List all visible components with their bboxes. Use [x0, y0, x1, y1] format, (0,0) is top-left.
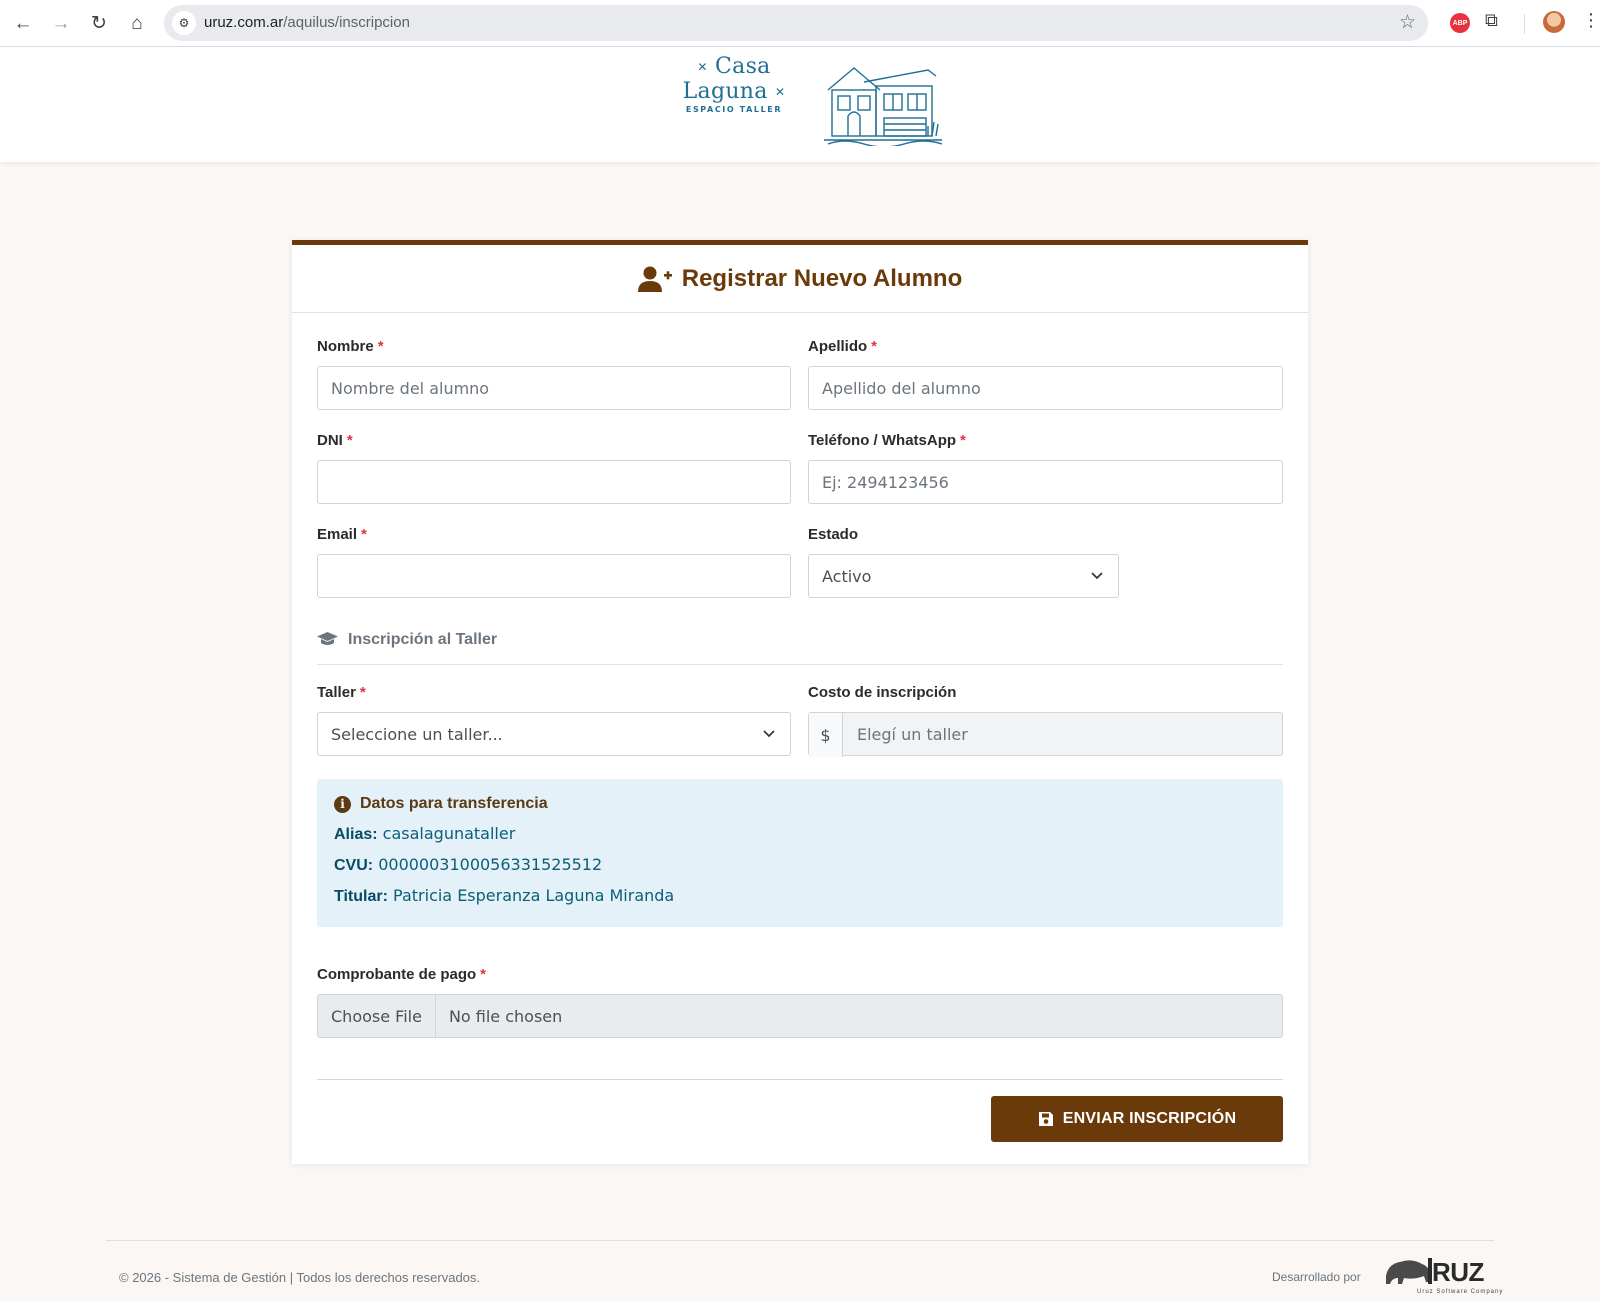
- url-host: uruz.com.ar: [204, 14, 284, 31]
- nombre-label: Nombre *: [317, 338, 384, 355]
- chevron-down-icon: [1091, 572, 1103, 580]
- taller-select[interactable]: Seleccione un taller...: [317, 712, 791, 756]
- apellido-label: Apellido *: [808, 338, 877, 355]
- email-label: Email *: [317, 526, 367, 543]
- taller-selected-value: Seleccione un taller...: [331, 725, 503, 744]
- submit-button[interactable]: ENVIAR INSCRIPCIÓN: [991, 1096, 1283, 1142]
- cvu-line: CVU: 0000003100056331525512: [334, 855, 1266, 875]
- estado-label: Estado: [808, 526, 858, 543]
- registration-card: Registrar Nuevo Alumno Nombre * Nombre de…: [292, 240, 1308, 1164]
- url-path: /aquilus/inscripcion: [283, 14, 410, 31]
- toolbar-divider: [1524, 14, 1525, 34]
- house-illustration-icon: [824, 67, 942, 146]
- logo-ornament-icon: ✕: [775, 85, 786, 99]
- logo-ornament-icon: ✕: [697, 60, 708, 74]
- email-label-text: Email: [317, 526, 358, 543]
- taller-label: Taller *: [317, 684, 366, 701]
- info-circle-icon: i: [334, 795, 351, 813]
- comprobante-file-input[interactable]: Choose File No file chosen: [317, 994, 1283, 1038]
- estado-selected-value: Activo: [822, 567, 872, 586]
- bookmark-star-icon[interactable]: ☆: [1399, 11, 1416, 34]
- footer-divider: [106, 1240, 1494, 1241]
- apellido-input[interactable]: Apellido del alumno: [808, 366, 1283, 410]
- cvu-key: CVU:: [334, 857, 374, 874]
- required-marker: *: [361, 526, 367, 543]
- footer-dev-logo-sub: Uruz Software Company: [1417, 1289, 1504, 1295]
- telefono-input[interactable]: Ej: 2494123456: [808, 460, 1283, 504]
- costo-input: $ Elegí un taller: [808, 712, 1283, 757]
- extensions-puzzle-icon[interactable]: ⧉: [1485, 10, 1498, 31]
- costo-label-text: Costo de inscripción: [808, 684, 957, 701]
- required-marker: *: [377, 338, 384, 355]
- choose-file-button[interactable]: Choose File: [318, 995, 436, 1037]
- dni-input[interactable]: [317, 460, 791, 504]
- estado-select[interactable]: Activo: [808, 554, 1119, 598]
- url-text[interactable]: uruz.com.ar/aquilus/inscripcion: [204, 14, 410, 31]
- adblock-extension-icon[interactable]: ABP: [1450, 13, 1470, 33]
- user-plus-icon: [637, 266, 672, 292]
- forward-arrow-icon[interactable]: →: [46, 8, 76, 38]
- brand-subtitle: ESPACIO TALLER: [685, 105, 783, 114]
- apellido-label-text: Apellido: [808, 338, 868, 355]
- required-marker: *: [960, 432, 966, 449]
- graduation-cap-icon: [317, 632, 338, 645]
- reload-icon[interactable]: ↻: [84, 8, 114, 38]
- email-input[interactable]: [317, 554, 791, 598]
- profile-avatar[interactable]: [1543, 11, 1565, 33]
- submit-label: ENVIAR INSCRIPCIÓN: [1062, 1110, 1237, 1127]
- save-floppy-icon: [1038, 1112, 1053, 1126]
- footer-copyright: © 2026 - Sistema de Gestión | Todos los …: [119, 1270, 481, 1285]
- titular-line: Titular: Patricia Esperanza Laguna Miran…: [334, 886, 1266, 906]
- browser-menu-icon[interactable]: ⋮: [1582, 10, 1600, 31]
- alias-key: Alias:: [334, 826, 378, 843]
- alias-value: casalagunataller: [382, 824, 516, 843]
- costo-placeholder: Elegí un taller: [857, 725, 968, 744]
- brand-logo[interactable]: ✕ Casa Laguna ✕ ESPACIO TALLER: [654, 54, 814, 114]
- nombre-label-text: Nombre: [317, 338, 374, 355]
- browser-toolbar: ← → ↻ ⌂ ⚙ uruz.com.ar/aquilus/inscripcio…: [0, 0, 1600, 47]
- telefono-label-text: Teléfono / WhatsApp: [808, 432, 957, 449]
- uruz-bison-logo-icon[interactable]: [1384, 1254, 1436, 1288]
- required-marker: *: [480, 966, 487, 983]
- site-settings-icon[interactable]: ⚙: [172, 11, 196, 35]
- titular-key: Titular:: [334, 888, 388, 905]
- home-icon[interactable]: ⌂: [122, 8, 152, 38]
- page-title: Registrar Nuevo Alumno: [681, 264, 963, 292]
- costo-label: Costo de inscripción: [808, 684, 956, 701]
- card-header: Registrar Nuevo Alumno: [292, 245, 1308, 313]
- taller-label-text: Taller: [317, 684, 356, 701]
- chevron-down-icon: [763, 730, 775, 738]
- cvu-value: 0000003100056331525512: [378, 855, 603, 874]
- file-status-text: No file chosen: [448, 1006, 563, 1026]
- brand-name: Casa Laguna: [682, 54, 771, 104]
- transfer-title-text: Datos para transferencia: [360, 795, 548, 812]
- footer-developed-by: Desarrollado por: [1272, 1270, 1361, 1284]
- dni-label-text: DNI: [317, 432, 343, 449]
- telefono-label: Teléfono / WhatsApp *: [808, 432, 966, 449]
- taller-section-header: Inscripción al Taller: [317, 631, 1283, 665]
- required-marker: *: [346, 432, 353, 449]
- transfer-info-alert: i Datos para transferencia Alias: casala…: [317, 779, 1283, 927]
- transfer-info-title: i Datos para transferencia: [334, 795, 1266, 813]
- comprobante-label-text: Comprobante de pago: [317, 966, 477, 983]
- comprobante-label: Comprobante de pago *: [317, 966, 486, 983]
- required-marker: *: [871, 338, 878, 355]
- nombre-input[interactable]: Nombre del alumno: [317, 366, 791, 410]
- alias-line: Alias: casalagunataller: [334, 824, 1266, 844]
- dni-label: DNI *: [317, 432, 353, 449]
- footer-dev-logo-text: RUZ: [1432, 1257, 1484, 1287]
- estado-label-text: Estado: [808, 526, 859, 543]
- back-arrow-icon[interactable]: ←: [8, 8, 38, 38]
- titular-value: Patricia Esperanza Laguna Miranda: [393, 886, 675, 905]
- form-divider: [317, 1079, 1283, 1080]
- section-title-text: Inscripción al Taller: [348, 631, 498, 648]
- required-marker: *: [359, 684, 366, 701]
- currency-addon: $: [809, 713, 843, 757]
- address-bar[interactable]: ⚙ uruz.com.ar/aquilus/inscripcion ☆: [164, 5, 1428, 41]
